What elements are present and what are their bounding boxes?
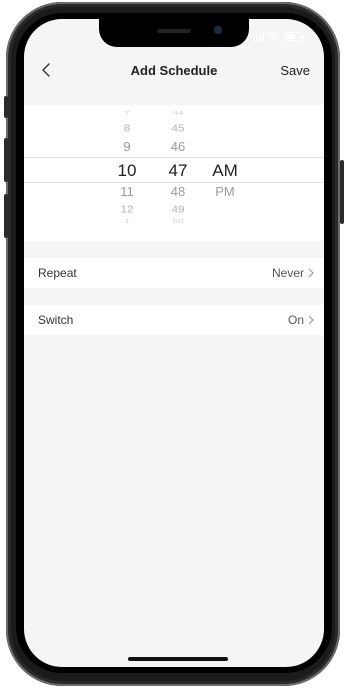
switch-row[interactable]: Switch On — [24, 305, 324, 335]
volume-down-button — [4, 194, 8, 238]
repeat-value: Never — [271, 266, 304, 280]
time-picker[interactable]: 7 8 9 10 11 12 1 44 45 46 47 48 49 50 AM… — [24, 105, 324, 241]
chevron-right-icon — [308, 315, 314, 325]
signal-icon — [253, 32, 264, 41]
repeat-label: Repeat — [38, 266, 77, 280]
hour-option[interactable]: 8 — [107, 123, 147, 133]
volume-up-button — [4, 138, 8, 182]
hour-option[interactable]: 11 — [107, 185, 147, 198]
switch-label: Switch — [38, 313, 74, 327]
mute-switch — [4, 96, 8, 118]
minute-option[interactable]: 46 — [158, 140, 198, 153]
minute-option[interactable]: 44 — [158, 111, 198, 117]
hour-option[interactable]: 1 — [107, 219, 147, 225]
switch-value: On — [287, 313, 304, 327]
screen: Add Schedule Save 7 8 9 10 11 12 1 44 45… — [24, 19, 324, 667]
notch — [99, 19, 249, 47]
save-button[interactable]: Save — [280, 63, 310, 78]
picker-selection-bottom-line — [24, 182, 324, 183]
minute-option[interactable]: 45 — [158, 123, 198, 133]
minute-option[interactable]: 49 — [158, 204, 198, 214]
camera — [214, 26, 222, 34]
nav-bar: Add Schedule Save — [24, 55, 324, 85]
hour-option[interactable]: 12 — [107, 204, 147, 214]
hour-option[interactable]: 9 — [107, 140, 147, 153]
wifi-icon — [268, 32, 280, 41]
hour-option[interactable]: 7 — [107, 111, 147, 117]
picker-selection-top-line — [24, 157, 324, 158]
minute-option[interactable]: 48 — [158, 185, 198, 198]
period-option-selected[interactable]: AM — [205, 162, 245, 179]
status-bar-icons — [253, 32, 304, 41]
minute-option[interactable]: 50 — [158, 219, 198, 225]
period-option[interactable]: PM — [205, 185, 245, 198]
hour-option-selected[interactable]: 10 — [107, 162, 147, 179]
battery-icon — [284, 32, 304, 41]
repeat-row[interactable]: Repeat Never — [24, 258, 324, 288]
speaker — [157, 29, 191, 33]
page-title: Add Schedule — [130, 63, 218, 78]
power-button — [340, 160, 344, 224]
home-indicator[interactable] — [128, 657, 228, 661]
minute-option-selected[interactable]: 47 — [158, 162, 198, 179]
chevron-right-icon — [308, 268, 314, 278]
